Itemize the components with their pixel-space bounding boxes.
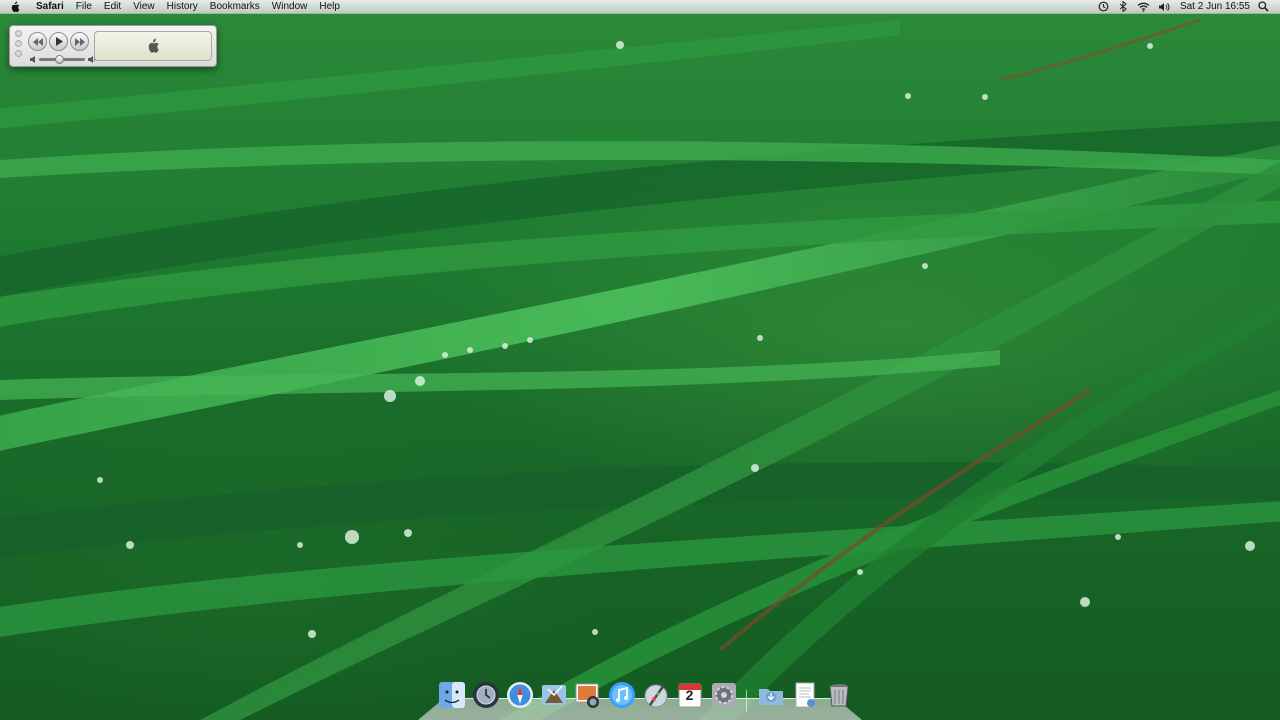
system-preferences-icon[interactable] [708, 678, 739, 711]
menu-history[interactable]: History [161, 0, 204, 14]
iphoto-icon[interactable] [572, 678, 603, 711]
time-machine-app-icon[interactable] [470, 678, 501, 711]
playback-controls [28, 32, 89, 51]
menu-window[interactable]: Window [266, 0, 314, 14]
zoom-window-button[interactable] [15, 50, 22, 57]
minimize-window-button[interactable] [15, 40, 22, 47]
iwork-icon[interactable] [640, 678, 671, 711]
calendar-day: 2 [685, 687, 694, 703]
mail-icon[interactable] [538, 678, 569, 711]
menu-bookmarks[interactable]: Bookmarks [204, 0, 266, 14]
finder-icon[interactable] [436, 678, 467, 711]
window-buttons [15, 30, 22, 57]
now-playing-display[interactable] [94, 31, 212, 61]
grass-blades-graphic [0, 18, 1280, 720]
apple-logo-icon [148, 38, 159, 53]
volume-icon[interactable] [1154, 0, 1174, 14]
volume-slider[interactable] [39, 54, 85, 64]
menu-bar: Safari File Edit View History Bookmarks … [0, 0, 1280, 14]
volume-low-icon [30, 55, 35, 63]
ical-icon[interactable]: 2 [674, 678, 705, 711]
menu-file[interactable]: File [70, 0, 98, 14]
menu-view[interactable]: View [127, 0, 161, 14]
documents-stack-icon[interactable] [789, 678, 820, 711]
volume-control [30, 54, 96, 64]
safari-icon[interactable] [504, 678, 535, 711]
wifi-icon[interactable] [1134, 0, 1154, 14]
desktop-wallpaper [0, 0, 1280, 720]
dock: 2 [418, 678, 862, 720]
downloads-stack-icon[interactable] [755, 678, 786, 711]
volume-slider-knob[interactable] [55, 54, 65, 64]
previous-icon[interactable] [28, 32, 47, 51]
bluetooth-icon[interactable] [1114, 0, 1134, 14]
apple-menu-icon[interactable] [0, 0, 30, 14]
trash-icon[interactable] [823, 678, 854, 711]
time-machine-icon[interactable] [1094, 0, 1114, 14]
app-menu-safari[interactable]: Safari [30, 0, 70, 14]
menubar-clock[interactable]: Sat 2 Jun 16:55 [1174, 0, 1254, 14]
itunes-icon[interactable] [606, 678, 637, 711]
next-icon[interactable] [70, 32, 89, 51]
menu-edit[interactable]: Edit [98, 0, 127, 14]
dock-separator [742, 678, 752, 712]
spotlight-icon[interactable] [1254, 0, 1272, 14]
itunes-mini-player [9, 25, 217, 67]
play-icon[interactable] [49, 32, 68, 51]
menu-help[interactable]: Help [313, 0, 346, 14]
close-window-button[interactable] [15, 30, 22, 37]
